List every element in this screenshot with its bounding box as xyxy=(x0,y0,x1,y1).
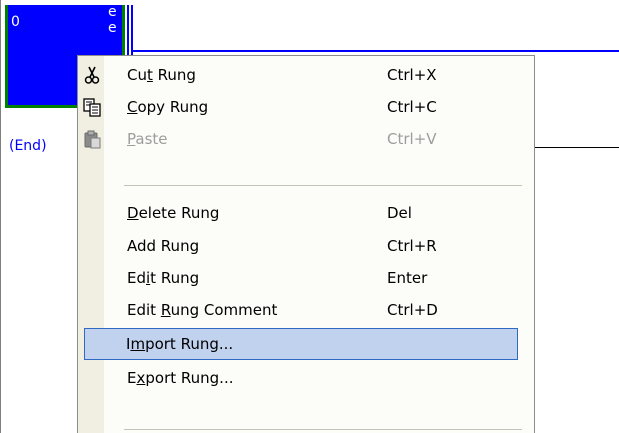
menu-item-shortcut: Ctrl+D xyxy=(387,301,438,319)
menu-item-label: Import Rung... xyxy=(126,335,234,353)
menu-item-shortcut: Ctrl+R xyxy=(387,237,437,255)
menu-item-label: Export Rung... xyxy=(127,369,234,387)
menu-item-label: Edit Rung xyxy=(127,269,200,287)
menu-item-shortcut: Ctrl+X xyxy=(387,66,437,84)
instruction-top: e xyxy=(108,4,117,20)
end-rung-label: (End) xyxy=(9,138,47,154)
menu-item-shortcut: Ctrl+C xyxy=(387,98,437,116)
menu-item-import-rung[interactable]: Import Rung... xyxy=(84,328,518,360)
instruction-bottom: e xyxy=(108,20,117,36)
menu-item-copy-rung[interactable]: Copy Rung Ctrl+C xyxy=(79,91,533,123)
context-menu: Cut Rung Ctrl+X Copy Rung Ctrl+C Paste C… xyxy=(77,55,535,433)
scissors-icon xyxy=(84,66,100,84)
menu-item-edit-rung[interactable]: Edit Rung Enter xyxy=(79,262,533,294)
menu-item-label: Edit Rung Comment xyxy=(127,301,278,319)
menu-item-edit-rung-comment[interactable]: Edit Rung Comment Ctrl+D xyxy=(79,294,533,326)
menu-item-shortcut: Ctrl+V xyxy=(387,130,437,148)
menu-separator xyxy=(124,429,522,430)
menu-item-label: Delete Rung xyxy=(127,204,220,222)
menu-item-add-rung[interactable]: Add Rung Ctrl+R xyxy=(79,230,533,262)
clipboard-icon xyxy=(84,130,101,149)
menu-item-cut-rung[interactable]: Cut Rung Ctrl+X xyxy=(79,59,533,91)
menu-item-export-rung[interactable]: Export Rung... xyxy=(79,362,533,394)
menu-separator xyxy=(124,185,522,186)
left-power-rail xyxy=(127,5,129,58)
menu-item-delete-rung[interactable]: Delete Rung Del xyxy=(79,197,533,229)
rung-wire xyxy=(133,50,619,52)
menu-item-label: Add Rung xyxy=(127,237,200,255)
menu-item-label: Cut Rung xyxy=(127,66,196,84)
rung-number: 0 xyxy=(11,14,20,30)
menu-item-paste[interactable]: Paste Ctrl+V xyxy=(79,123,533,155)
menu-item-label: Copy Rung xyxy=(127,98,209,116)
end-rung-wire xyxy=(531,147,619,148)
menu-item-shortcut: Del xyxy=(387,204,412,222)
menu-item-shortcut: Enter xyxy=(387,269,428,287)
menu-item-label: Paste xyxy=(127,130,168,148)
copy-icon xyxy=(83,98,101,117)
